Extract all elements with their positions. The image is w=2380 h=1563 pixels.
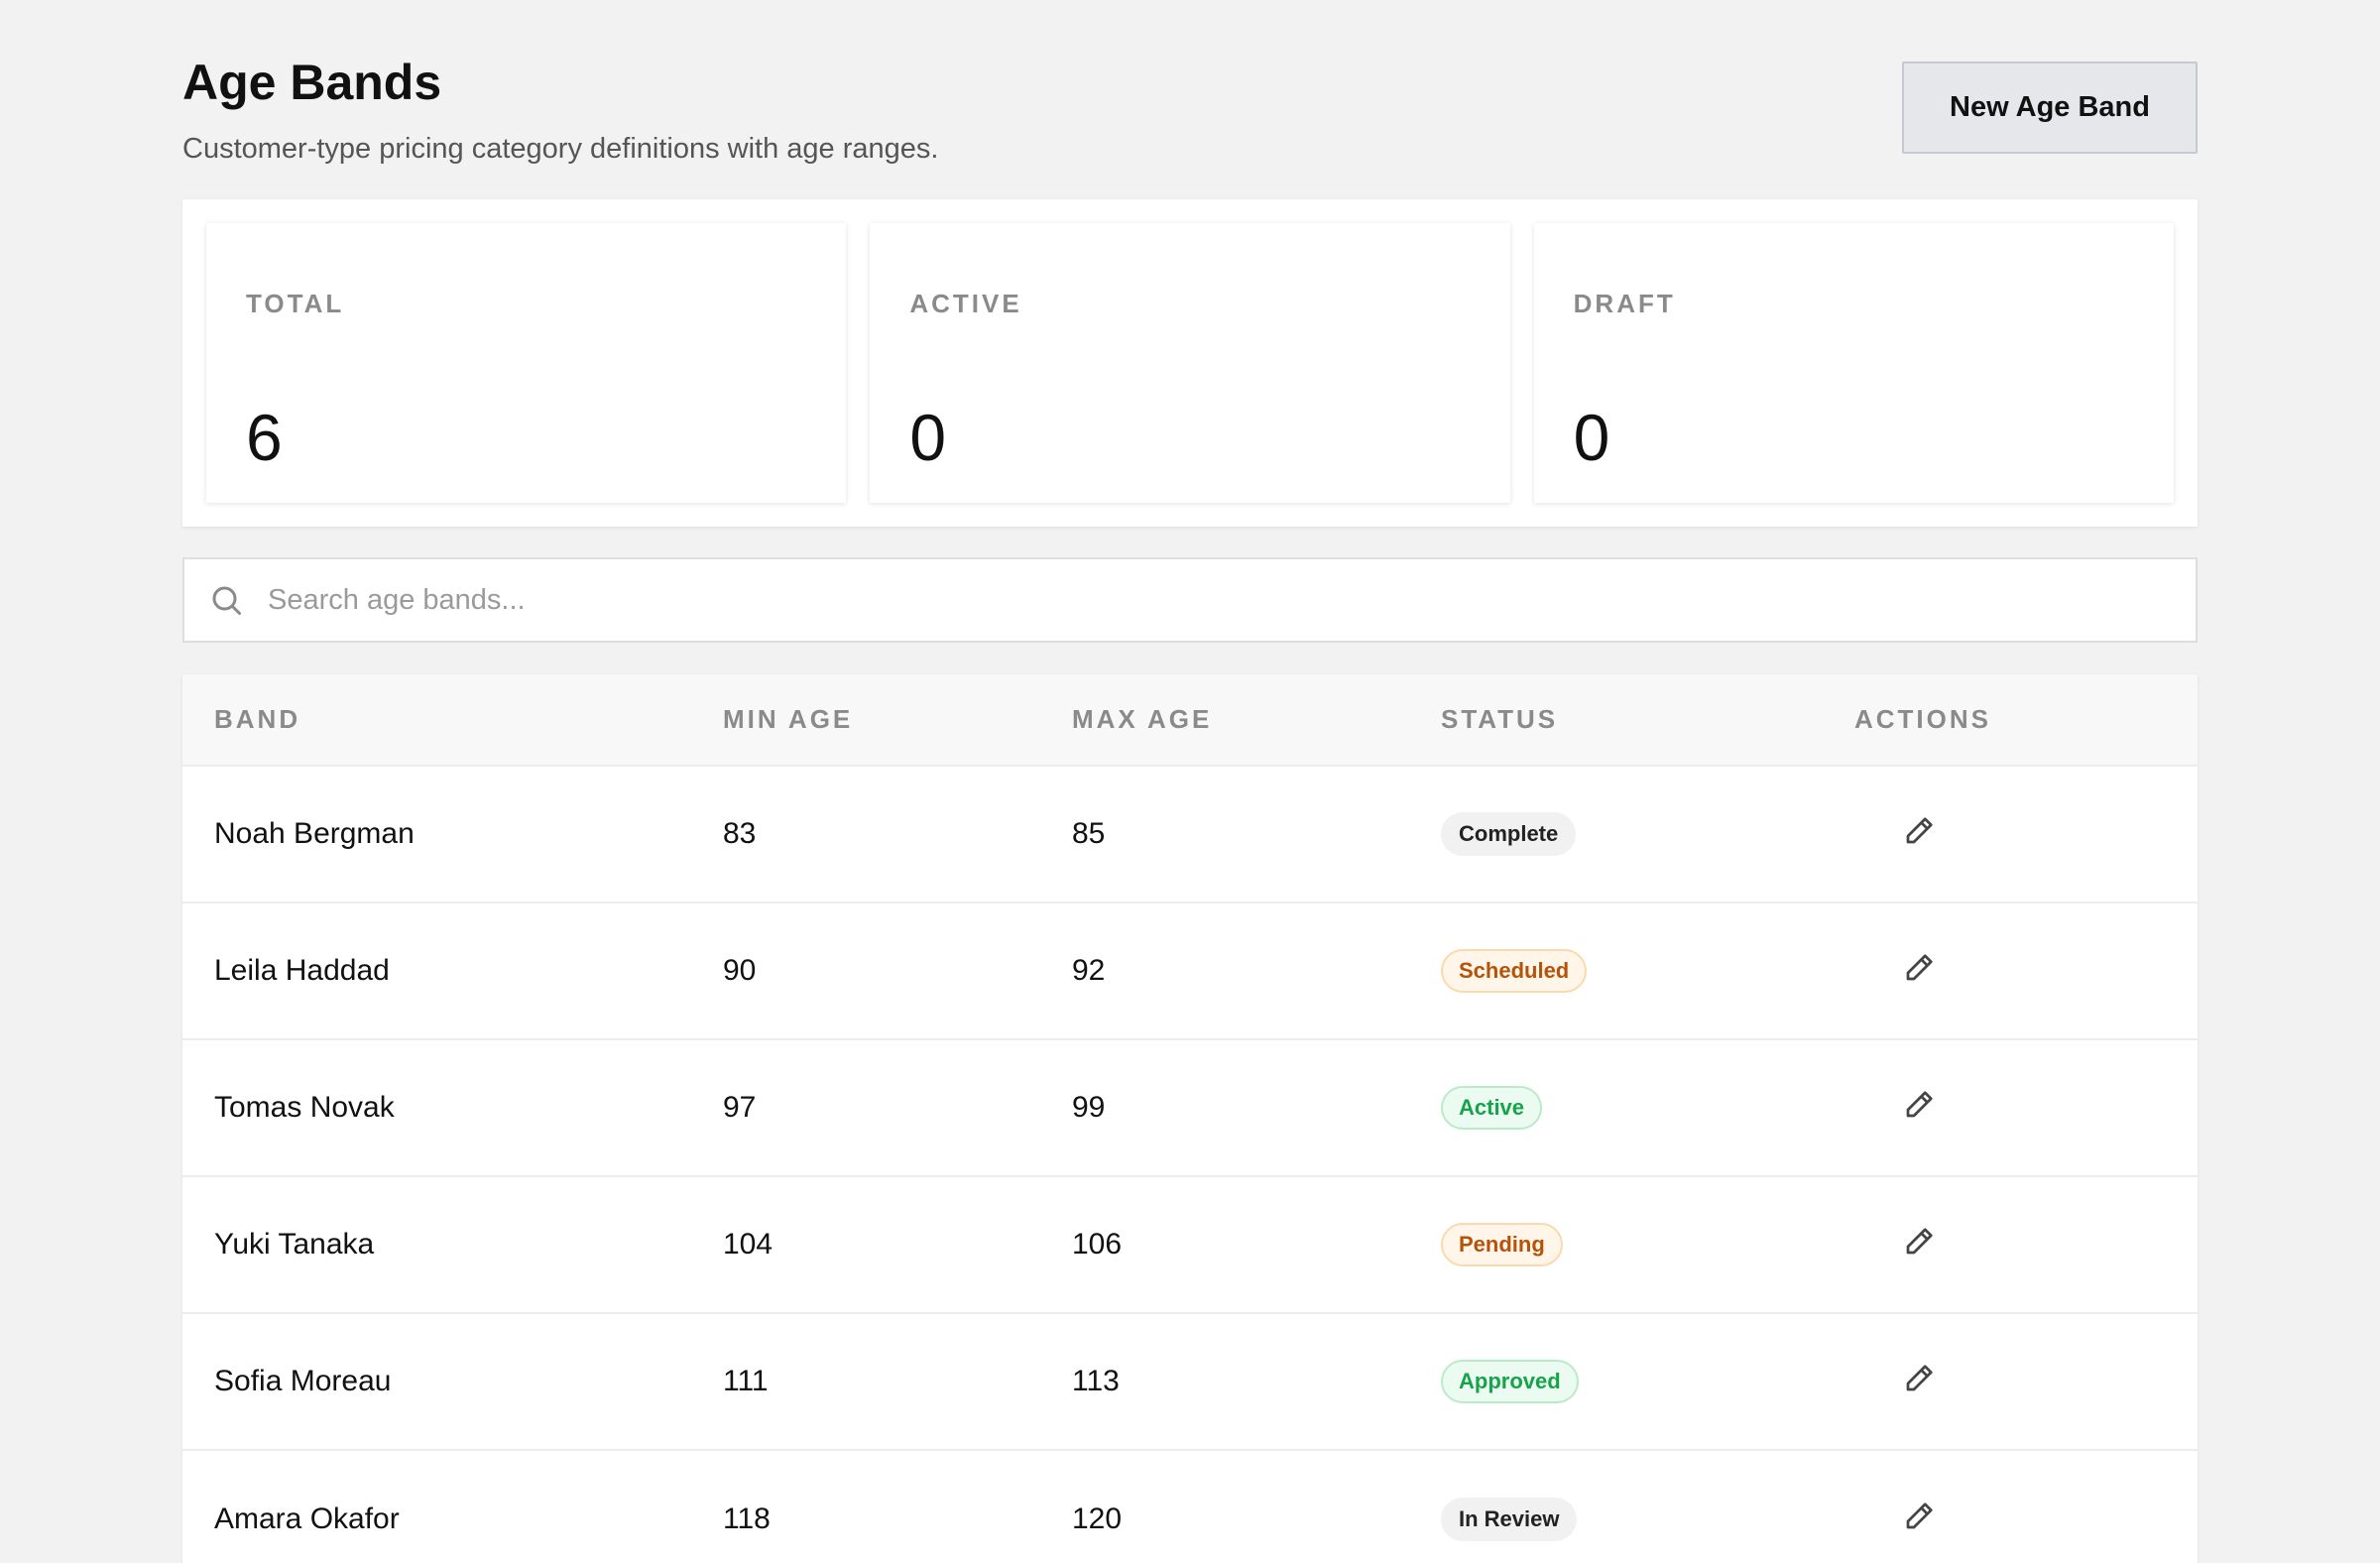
max-age: 99 bbox=[1072, 1091, 1106, 1124]
max-age: 85 bbox=[1072, 817, 1106, 850]
stat-value: 6 bbox=[246, 401, 283, 474]
stat-card-active: ACTIVE 0 bbox=[870, 223, 1510, 503]
stats-panel: TOTAL 6 ACTIVE 0 DRAFT 0 bbox=[182, 199, 2198, 527]
stat-label: TOTAL bbox=[246, 289, 345, 318]
status-badge: Active bbox=[1441, 1086, 1543, 1130]
column-header-status[interactable]: STATUS bbox=[1441, 674, 1854, 766]
status-cell: Complete bbox=[1441, 766, 1854, 902]
page-subtitle: Customer-type pricing category definitio… bbox=[182, 133, 939, 165]
actions-cell bbox=[1854, 1450, 2198, 1563]
band-name: Noah Bergman bbox=[214, 817, 415, 850]
status-badge: Scheduled bbox=[1441, 949, 1588, 993]
search-icon bbox=[212, 586, 241, 615]
stat-card-draft: DRAFT 0 bbox=[1533, 223, 2174, 503]
column-header-band[interactable]: BAND bbox=[182, 674, 723, 766]
max-age: 113 bbox=[1072, 1365, 1120, 1397]
pencil-icon[interactable] bbox=[1902, 812, 1938, 848]
column-header-actions: ACTIONS bbox=[1854, 704, 1991, 734]
max-age: 92 bbox=[1072, 954, 1106, 987]
column-header-min-age[interactable]: MIN AGE bbox=[723, 674, 1072, 766]
stat-value: 0 bbox=[909, 401, 947, 474]
status-cell: Scheduled bbox=[1441, 902, 1854, 1039]
search-bar bbox=[182, 557, 2198, 643]
status-badge: In Review bbox=[1441, 1497, 1578, 1541]
stat-card-total: TOTAL 6 bbox=[206, 223, 847, 503]
table-row[interactable]: Sofia Moreau 111 113 Approved bbox=[182, 1313, 2198, 1450]
page-header: Age Bands Customer-type pricing category… bbox=[182, 50, 2198, 169]
pencil-icon[interactable] bbox=[1902, 1086, 1938, 1122]
status-cell: Pending bbox=[1441, 1176, 1854, 1313]
min-age: 83 bbox=[723, 817, 757, 850]
stat-label: DRAFT bbox=[1573, 289, 1676, 318]
min-age: 90 bbox=[723, 954, 757, 987]
status-cell: Active bbox=[1441, 1039, 1854, 1176]
status-badge: Approved bbox=[1441, 1360, 1579, 1403]
min-age: 111 bbox=[723, 1365, 769, 1397]
age-bands-table: BAND MIN AGE MAX AGE STATUS ACTIONS Noah… bbox=[182, 674, 2198, 1563]
table-header-row: BAND MIN AGE MAX AGE STATUS ACTIONS bbox=[182, 674, 2198, 766]
band-name: Amara Okafor bbox=[214, 1502, 400, 1535]
band-name: Leila Haddad bbox=[214, 954, 390, 987]
table-row[interactable]: Tomas Novak 97 99 Active bbox=[182, 1039, 2198, 1176]
stat-label: ACTIVE bbox=[909, 289, 1022, 318]
min-age: 97 bbox=[723, 1091, 757, 1124]
max-age: 120 bbox=[1072, 1502, 1123, 1535]
status-cell: Approved bbox=[1441, 1313, 1854, 1450]
min-age: 104 bbox=[723, 1228, 774, 1261]
band-name: Yuki Tanaka bbox=[214, 1228, 375, 1261]
max-age: 106 bbox=[1072, 1228, 1123, 1261]
actions-cell bbox=[1854, 902, 2198, 1039]
column-header-max-age[interactable]: MAX AGE bbox=[1072, 674, 1441, 766]
page-title: Age Bands bbox=[182, 55, 442, 110]
actions-cell bbox=[1854, 766, 2198, 902]
min-age: 118 bbox=[723, 1502, 771, 1535]
pencil-icon[interactable] bbox=[1902, 1223, 1938, 1259]
new-age-band-button[interactable]: New Age Band bbox=[1902, 61, 2198, 154]
status-cell: In Review bbox=[1441, 1450, 1854, 1563]
table-row[interactable]: Yuki Tanaka 104 106 Pending bbox=[182, 1176, 2198, 1313]
table-row[interactable]: Leila Haddad 90 92 Scheduled bbox=[182, 902, 2198, 1039]
actions-cell bbox=[1854, 1039, 2198, 1176]
pencil-icon[interactable] bbox=[1902, 1360, 1938, 1395]
table-row[interactable]: Amara Okafor 118 120 In Review bbox=[182, 1450, 2198, 1563]
pencil-icon[interactable] bbox=[1902, 949, 1938, 985]
band-name: Tomas Novak bbox=[214, 1091, 395, 1124]
status-badge: Complete bbox=[1441, 812, 1577, 856]
age-bands-page: Age Bands Customer-type pricing category… bbox=[0, 0, 2380, 1563]
search-input[interactable] bbox=[266, 569, 2196, 631]
table-row[interactable]: Noah Bergman 83 85 Complete bbox=[182, 766, 2198, 902]
status-badge: Pending bbox=[1441, 1223, 1563, 1266]
actions-cell bbox=[1854, 1313, 2198, 1450]
pencil-icon[interactable] bbox=[1902, 1498, 1938, 1533]
band-name: Sofia Moreau bbox=[214, 1365, 392, 1397]
actions-cell bbox=[1854, 1176, 2198, 1313]
stat-value: 0 bbox=[1573, 401, 1610, 474]
